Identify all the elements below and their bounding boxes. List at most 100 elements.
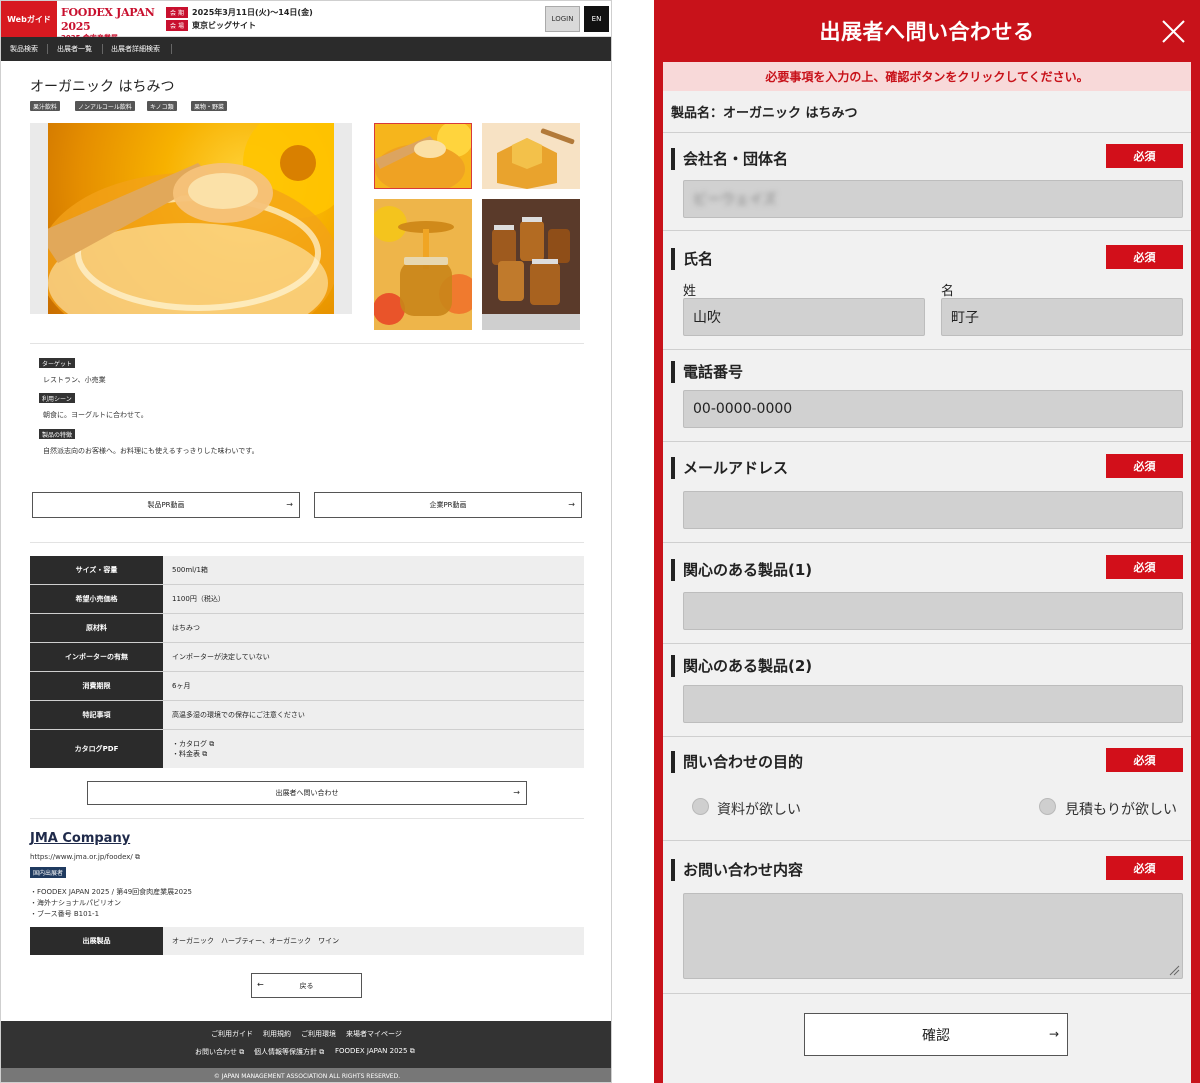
spec-row: カタログPDF ・カタログ ⧉ ・料金表 ⧉ — [30, 730, 584, 768]
nav-divider — [102, 44, 103, 54]
footer-link-contact[interactable]: お問い合わせ ⧉ — [195, 1047, 244, 1057]
email-section: メールアドレス 必須 — [663, 441, 1191, 542]
back-button[interactable]: ← 戻る — [251, 973, 362, 998]
company-name-value: ビーウェイズ — [693, 192, 777, 208]
purpose-radio-estimate[interactable] — [1039, 798, 1056, 815]
interest-2-input[interactable] — [683, 685, 1183, 723]
last-name-input[interactable]: 山吹 — [683, 298, 925, 336]
name-field-label: 氏名 — [671, 247, 713, 270]
section-divider — [30, 343, 584, 344]
interest-1-input[interactable] — [683, 592, 1183, 630]
period-text: 2025年3月11日(火)〜14日(金) — [192, 8, 313, 17]
inquiry-textarea[interactable] — [683, 893, 1183, 979]
company-info-line: ・FOODEX JAPAN 2025 / 第49回食肉産業展2025 — [30, 888, 192, 896]
external-link-icon: ⧉ — [209, 740, 215, 748]
login-button[interactable]: LOGIN — [545, 6, 580, 32]
section-divider — [30, 542, 584, 543]
company-pr-video-button[interactable]: 企業PR動画 → — [314, 492, 582, 518]
usage-scene-text: 朝食に。ヨーグルトに合わせて。 — [43, 411, 148, 419]
language-en-button[interactable]: EN — [584, 6, 609, 32]
footer-link-contact-label: お問い合わせ — [195, 1048, 237, 1056]
modal-header: 出展者へ問い合わせる — [654, 0, 1200, 62]
nav-product-search[interactable]: 製品検索 — [10, 37, 38, 61]
modal-body: 必要事項を入力の上、確認ボタンをクリックしてください。 製品名：オーガニック は… — [663, 62, 1191, 1083]
company-info-line: ・海外ナショナルパビリオン — [30, 899, 121, 907]
venue-text: 東京ビッグサイト — [192, 21, 256, 30]
thumbnail-3[interactable] — [374, 199, 472, 330]
purpose-radio-materials[interactable] — [692, 798, 709, 815]
footer-link-foodex[interactable]: FOODEX JAPAN 2025 ⧉ — [335, 1047, 415, 1056]
spec-value: ・カタログ ⧉ ・料金表 ⧉ — [163, 730, 584, 768]
exhibited-products-key: 出展製品 — [30, 927, 163, 955]
nav-exhibitor-list[interactable]: 出展者一覧 — [57, 37, 92, 61]
phone-section: 電話番号 00-0000-0000 — [663, 349, 1191, 441]
arrow-left-icon: ← — [257, 980, 264, 989]
inquiry-section: お問い合わせ内容 必須 — [663, 840, 1191, 993]
logo-title: FOODEX JAPAN 2025 — [61, 6, 155, 33]
footer-link-terms[interactable]: 利用規約 — [263, 1029, 291, 1039]
catalog-link[interactable]: ・カタログ ⧉ — [172, 739, 214, 749]
purpose-label: 問い合わせの目的 — [671, 750, 803, 773]
price-list-link[interactable]: ・料金表 ⧉ — [172, 749, 207, 759]
confirm-button[interactable]: 確認 → — [804, 1013, 1068, 1056]
footer-link-mypage[interactable]: 来場者マイページ — [346, 1029, 402, 1039]
spec-key: 特記事項 — [30, 701, 163, 729]
footer-link-foodex-label: FOODEX JAPAN 2025 — [335, 1047, 408, 1055]
section-divider — [663, 993, 1191, 994]
spec-row: 希望小売価格 1100円（税込） — [30, 585, 584, 614]
spec-value: 高温多湿の環境での保存にご注意ください — [163, 701, 584, 729]
arrow-right-icon: → — [1048, 1027, 1059, 1041]
site-footer: ご利用ガイド 利用規約 ご利用環境 来場者マイページ お問い合わせ ⧉ 個人情報… — [1, 1021, 611, 1068]
phone-input[interactable]: 00-0000-0000 — [683, 390, 1183, 428]
required-badge: 必須 — [1106, 245, 1183, 269]
thumbnail-1[interactable] — [374, 123, 472, 189]
company-section: 会社名・団体名 必須 ビーウェイズ — [663, 132, 1191, 230]
company-url-link[interactable]: https://www.jma.or.jp/foodex/ ⧉ — [30, 853, 140, 862]
back-button-label: 戻る — [299, 981, 314, 990]
external-link-icon: ⧉ — [319, 1048, 325, 1056]
product-title: オーガニック はちみつ — [30, 79, 175, 95]
company-name-input[interactable]: ビーウェイズ — [683, 180, 1183, 218]
company-info-line: ・ブース番号 B101-1 — [30, 910, 100, 918]
webguide-badge[interactable]: Webガイド — [1, 1, 57, 37]
external-link-icon: ⧉ — [239, 1048, 245, 1056]
footer-link-privacy[interactable]: 個人情報等保護方針 ⧉ — [254, 1047, 324, 1057]
product-pr-video-label: 製品PR動画 — [147, 501, 185, 509]
catalog-link-label: ・カタログ — [172, 740, 207, 748]
purpose-option-materials[interactable]: 資料が欲しい — [717, 799, 801, 819]
main-product-image[interactable] — [30, 123, 352, 314]
arrow-right-icon: → — [513, 788, 520, 797]
spec-key: インポーターの有無 — [30, 643, 163, 671]
foodex-logo[interactable]: FOODEX JAPAN 2025 2025 食肉産業展 — [61, 4, 157, 42]
first-name-label: 名 — [941, 284, 955, 299]
footer-link-environment[interactable]: ご利用環境 — [301, 1029, 336, 1039]
close-icon[interactable] — [1157, 15, 1190, 48]
purpose-option-estimate[interactable]: 見積もりが欲しい — [1065, 799, 1177, 819]
main-nav: 製品検索 出展者一覧 出展者詳細検索 — [1, 37, 611, 61]
first-name-input[interactable]: 町子 — [941, 298, 1183, 336]
contact-exhibitor-label: 出展者へ問い合わせ — [275, 789, 339, 797]
thumbnail-2[interactable] — [482, 123, 580, 189]
nav-divider — [171, 44, 172, 54]
external-link-icon: ⧉ — [409, 1047, 415, 1055]
external-link-icon: ⧉ — [202, 750, 208, 758]
product-pr-video-button[interactable]: 製品PR動画 → — [32, 492, 300, 518]
required-badge: 必須 — [1106, 555, 1183, 579]
target-label: ターゲット — [39, 358, 76, 368]
usage-scene-label: 利用シーン — [39, 393, 75, 403]
external-link-icon: ⧉ — [135, 853, 141, 861]
period-tag: 会 期 — [166, 7, 188, 18]
category-tag: キノコ類 — [147, 101, 177, 111]
spec-value: はちみつ — [163, 614, 584, 642]
company-field-label: 会社名・団体名 — [671, 147, 788, 170]
resize-grip-icon[interactable] — [1168, 964, 1180, 976]
contact-exhibitor-modal: 出展者へ問い合わせる 必要事項を入力の上、確認ボタンをクリックしてください。 製… — [654, 0, 1200, 1083]
footer-link-guide[interactable]: ご利用ガイド — [211, 1029, 253, 1039]
nav-exhibitor-detail-search[interactable]: 出展者詳細検索 — [111, 37, 160, 61]
company-name-link[interactable]: JMA Company — [30, 831, 130, 846]
email-input[interactable] — [683, 491, 1183, 529]
spec-row: サイズ・容量 500ml/1箱 — [30, 556, 584, 585]
thumbnail-4[interactable] — [482, 199, 580, 330]
contact-exhibitor-button[interactable]: 出展者へ問い合わせ → — [87, 781, 527, 805]
spec-value: 1100円（税込） — [163, 585, 584, 613]
